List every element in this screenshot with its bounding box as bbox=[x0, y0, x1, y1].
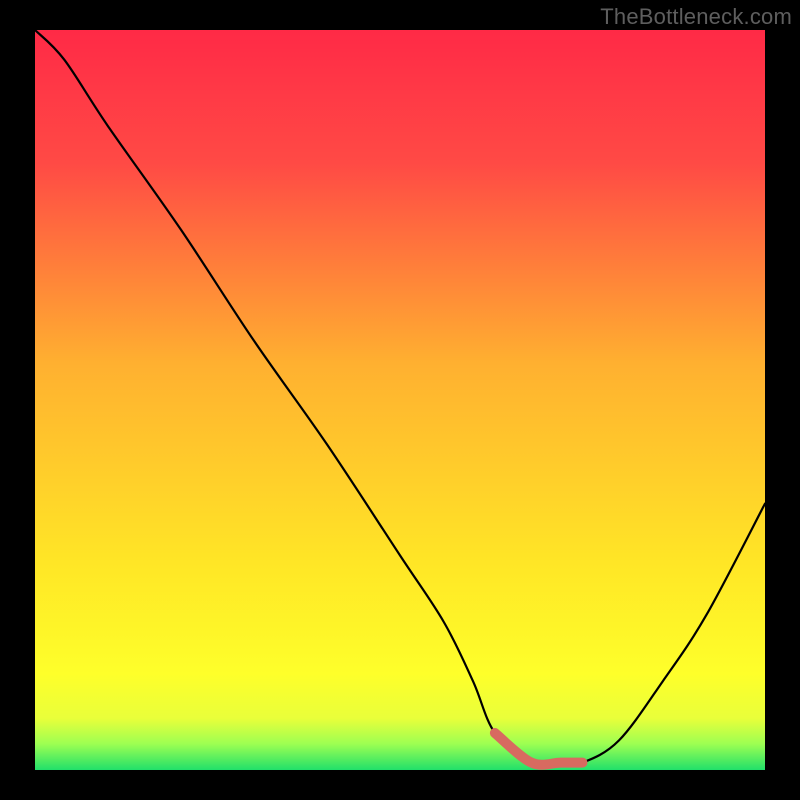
gradient-background bbox=[35, 30, 765, 770]
watermark-text: TheBottleneck.com bbox=[600, 4, 792, 30]
bottleneck-chart bbox=[35, 30, 765, 770]
chart-container: TheBottleneck.com bbox=[0, 0, 800, 800]
plot-area bbox=[35, 30, 765, 770]
